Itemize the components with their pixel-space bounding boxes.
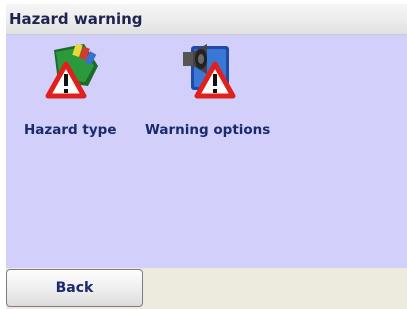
- warning-folder-icon: [44, 42, 102, 100]
- back-button[interactable]: Back: [6, 269, 143, 307]
- bottom-bar: Back: [6, 268, 407, 309]
- page-title: Hazard warning: [9, 10, 143, 28]
- title-bar: Hazard warning: [6, 4, 407, 35]
- hazard-type-tile[interactable]: Hazard type: [20, 42, 130, 152]
- warning-speaker-icon: [179, 42, 237, 100]
- warning-options-tile[interactable]: Warning options: [142, 42, 282, 152]
- hazard-type-label: Hazard type: [24, 122, 117, 138]
- warning-options-label: Warning options: [145, 122, 271, 138]
- hazard-warning-screen: Hazard warning Hazard type Warning optio…: [6, 4, 407, 309]
